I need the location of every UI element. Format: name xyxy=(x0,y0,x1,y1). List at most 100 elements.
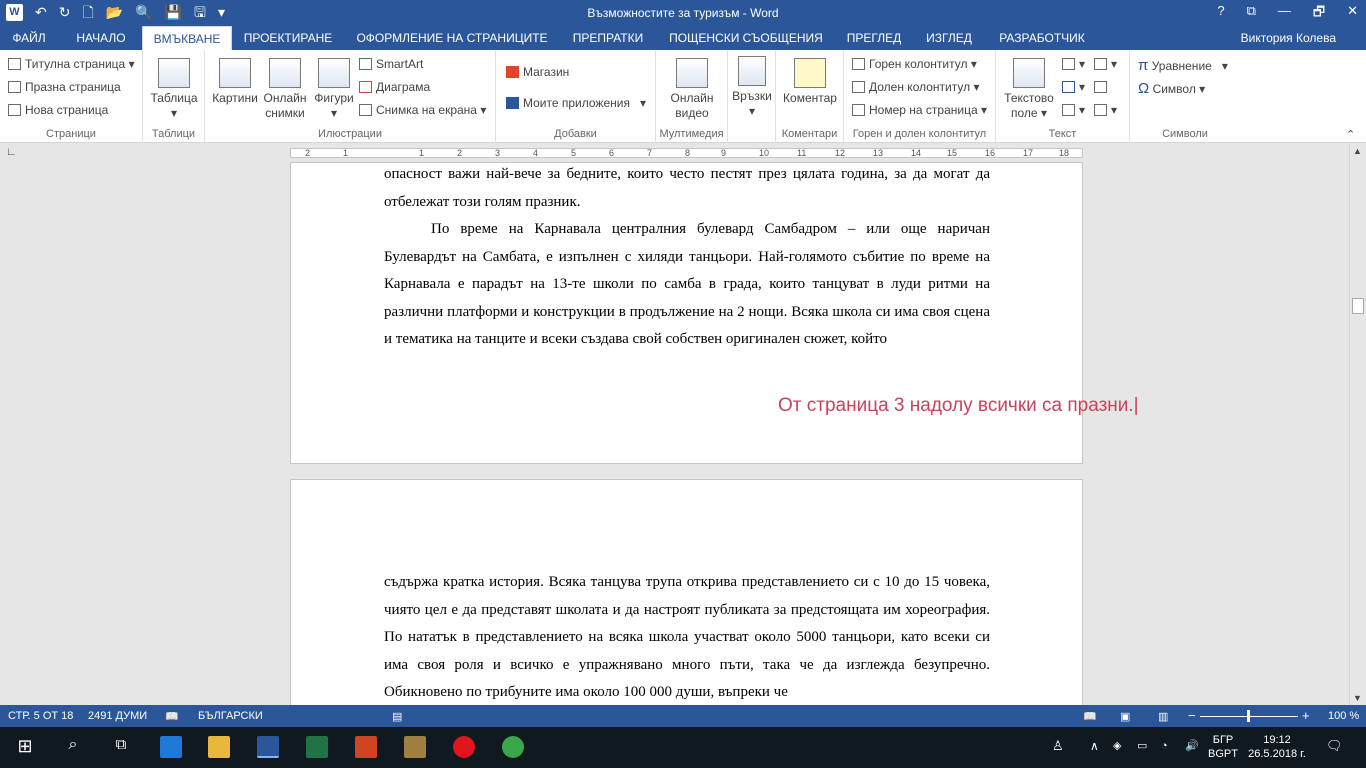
screenshot-icon xyxy=(359,104,372,116)
blank-page-button[interactable]: Празна страница xyxy=(8,80,121,94)
tab-design[interactable]: ПРОЕКТИРАНЕ xyxy=(238,26,338,50)
group-tables: Таблица ▾ Таблици xyxy=(143,50,205,143)
tab-developer[interactable]: РАЗРАБОТЧИК xyxy=(992,26,1092,50)
document-page[interactable]: съдържа кратка история. Всяка танцува тр… xyxy=(290,479,1083,719)
tab-references[interactable]: ПРЕПРАТКИ xyxy=(566,26,650,50)
web-layout-icon[interactable]: ▥ xyxy=(1158,710,1168,723)
text-box-button[interactable]: Текстово поле ▾ xyxy=(1000,58,1058,121)
footer-button[interactable]: Долен колонтитул ▾ xyxy=(852,80,979,94)
zoom-slider-thumb[interactable] xyxy=(1247,710,1250,722)
tab-file[interactable]: ФАЙЛ xyxy=(0,26,58,50)
equation-button[interactable]: π Уравнение ▾ xyxy=(1138,57,1228,74)
document-page[interactable]: опасност важи най-вече за бедните, които… xyxy=(290,162,1083,464)
network-icon[interactable]: ◔ xyxy=(1161,739,1168,753)
ruler-number: 1 xyxy=(419,148,425,158)
online-pictures-button[interactable]: Онлайн снимки xyxy=(261,58,309,121)
scroll-down-icon[interactable]: ▼ xyxy=(1353,693,1362,703)
pictures-button[interactable]: Картини xyxy=(209,58,261,106)
zoom-out-button[interactable]: − xyxy=(1188,708,1196,723)
proofing-icon[interactable]: 📖 xyxy=(165,710,179,723)
zoom-level[interactable]: 100 % xyxy=(1328,710,1359,722)
scroll-app-icon[interactable] xyxy=(404,736,426,758)
scroll-up-icon[interactable]: ▲ xyxy=(1353,146,1362,156)
shapes-button[interactable]: Фигури ▾ xyxy=(311,58,357,121)
help-button[interactable]: ? xyxy=(1217,3,1224,25)
word-taskbar-icon[interactable] xyxy=(257,736,279,758)
battery-icon[interactable]: ▭ xyxy=(1137,739,1147,753)
excel-icon[interactable] xyxy=(306,736,328,758)
table-button[interactable]: Таблица ▾ xyxy=(149,58,199,121)
scroll-thumb[interactable] xyxy=(1352,298,1364,314)
symbol-button[interactable]: Ω Символ ▾ xyxy=(1138,80,1205,97)
quick-parts-button[interactable]: ▾ xyxy=(1062,57,1085,71)
ribbon-display-options-icon[interactable]: ⧉ xyxy=(1247,3,1256,25)
page-number-icon xyxy=(852,104,865,116)
date-time-button[interactable] xyxy=(1094,80,1111,94)
store-button[interactable]: Магазин xyxy=(506,65,569,79)
links-button[interactable]: Връзки ▾ xyxy=(732,56,772,119)
paragraph[interactable]: опасност важи най-вече за бедните, които… xyxy=(384,161,990,216)
task-view-icon[interactable]: ⧉ xyxy=(110,736,132,758)
ruler-number: 2 xyxy=(305,148,311,158)
tab-page-layout[interactable]: ОФОРМЛЕНИЕ НА СТРАНИЦИТЕ xyxy=(352,26,552,50)
tab-mailings[interactable]: ПОЩЕНСКИ СЪОБЩЕНИЯ xyxy=(662,26,830,50)
comment-button[interactable]: Коментар xyxy=(780,58,840,106)
clock[interactable]: 19:12 26.5.2018 г. xyxy=(1244,733,1310,761)
signature-line-button[interactable]: ▾ xyxy=(1094,57,1117,71)
paragraph[interactable]: съдържа кратка история. Всяка танцува тр… xyxy=(384,569,990,707)
tab-home[interactable]: НАЧАЛО xyxy=(64,26,138,50)
page-break-button[interactable]: Нова страница xyxy=(8,103,108,117)
header-button[interactable]: Горен колонтитул ▾ xyxy=(852,57,977,71)
paragraph[interactable]: По време на Карнавала централния булевар… xyxy=(384,216,990,354)
start-icon[interactable]: ⊞ xyxy=(14,736,36,758)
ruler-number: 13 xyxy=(873,148,884,158)
tab-insert[interactable]: ВМЪКВАНЕ xyxy=(142,26,232,50)
input-language[interactable]: БГР BGPT xyxy=(1206,733,1240,761)
wordart-button[interactable]: ▾ xyxy=(1062,80,1085,94)
macro-recording-icon[interactable]: ▤ xyxy=(392,710,402,723)
minimize-button[interactable]: — xyxy=(1278,3,1291,25)
dropbox-icon[interactable]: ◈ xyxy=(1113,739,1121,753)
smartart-button[interactable]: SmartArt xyxy=(359,57,423,71)
group-label: Символи xyxy=(1162,128,1208,140)
read-mode-icon[interactable]: 📖 xyxy=(1083,710,1097,723)
group-text: Текстово поле ▾ ▾ ▾ ▾ ▾ ▾ Текст xyxy=(996,50,1130,143)
opera-icon[interactable] xyxy=(453,736,475,758)
horizontal-ruler[interactable]: 2 1 1 2 3 4 5 6 7 8 9 10 11 12 13 14 15 … xyxy=(290,148,1083,158)
search-icon[interactable]: ⌕ xyxy=(62,736,84,758)
vertical-scrollbar[interactable]: ▲ ▼ xyxy=(1349,144,1366,705)
ruler-number: 10 xyxy=(759,148,770,158)
ruler-number: 15 xyxy=(947,148,958,158)
ribbon: Титулна страница ▾ Празна страница Нова … xyxy=(0,50,1366,143)
edge-icon[interactable] xyxy=(160,736,182,758)
drop-cap-button[interactable]: ▾ xyxy=(1062,103,1085,117)
user-name[interactable]: Виктория Колева xyxy=(1241,31,1336,45)
close-button[interactable]: ✕ xyxy=(1347,3,1358,25)
word-count[interactable]: 2491 ДУМИ xyxy=(88,710,147,722)
tab-view[interactable]: ИЗГЛЕД xyxy=(918,26,980,50)
ruler-number: 11 xyxy=(797,148,807,158)
people-icon[interactable]: ♙ xyxy=(1052,739,1064,753)
page-count[interactable]: СТР. 5 ОТ 18 xyxy=(8,710,73,722)
print-layout-icon[interactable]: ▣ xyxy=(1120,710,1130,723)
cover-page-button[interactable]: Титулна страница ▾ xyxy=(8,57,135,71)
chart-button[interactable]: Диаграма xyxy=(359,80,430,94)
restore-button[interactable]: 🗗 xyxy=(1313,3,1325,25)
tab-selector-icon[interactable]: ∟ xyxy=(6,146,17,158)
chrome-icon[interactable] xyxy=(502,736,524,758)
powerpoint-icon[interactable] xyxy=(355,736,377,758)
screenshot-button[interactable]: Снимка на екрана ▾ xyxy=(359,103,486,117)
my-apps-button[interactable]: Моите приложения ▾ xyxy=(506,96,646,110)
zoom-in-button[interactable]: + xyxy=(1302,708,1310,723)
object-button[interactable]: ▾ xyxy=(1094,103,1117,117)
volume-icon[interactable]: 🔊 xyxy=(1185,739,1199,753)
tab-review[interactable]: ПРЕГЛЕД xyxy=(840,26,908,50)
action-center-icon[interactable]: 🗨 xyxy=(1326,739,1343,753)
ruler: ∟ 2 1 1 2 3 4 5 6 7 8 9 10 11 12 13 14 1… xyxy=(0,144,1366,162)
collapse-ribbon-icon[interactable]: ⌃ xyxy=(1346,128,1355,141)
tray-expand-icon[interactable]: ∧ xyxy=(1090,739,1099,753)
online-video-button[interactable]: Онлайн видео xyxy=(664,58,720,121)
language-indicator[interactable]: БЪЛГАРСКИ xyxy=(198,710,263,722)
file-explorer-icon[interactable] xyxy=(208,736,230,758)
page-number-button[interactable]: Номер на страница ▾ xyxy=(852,103,987,117)
